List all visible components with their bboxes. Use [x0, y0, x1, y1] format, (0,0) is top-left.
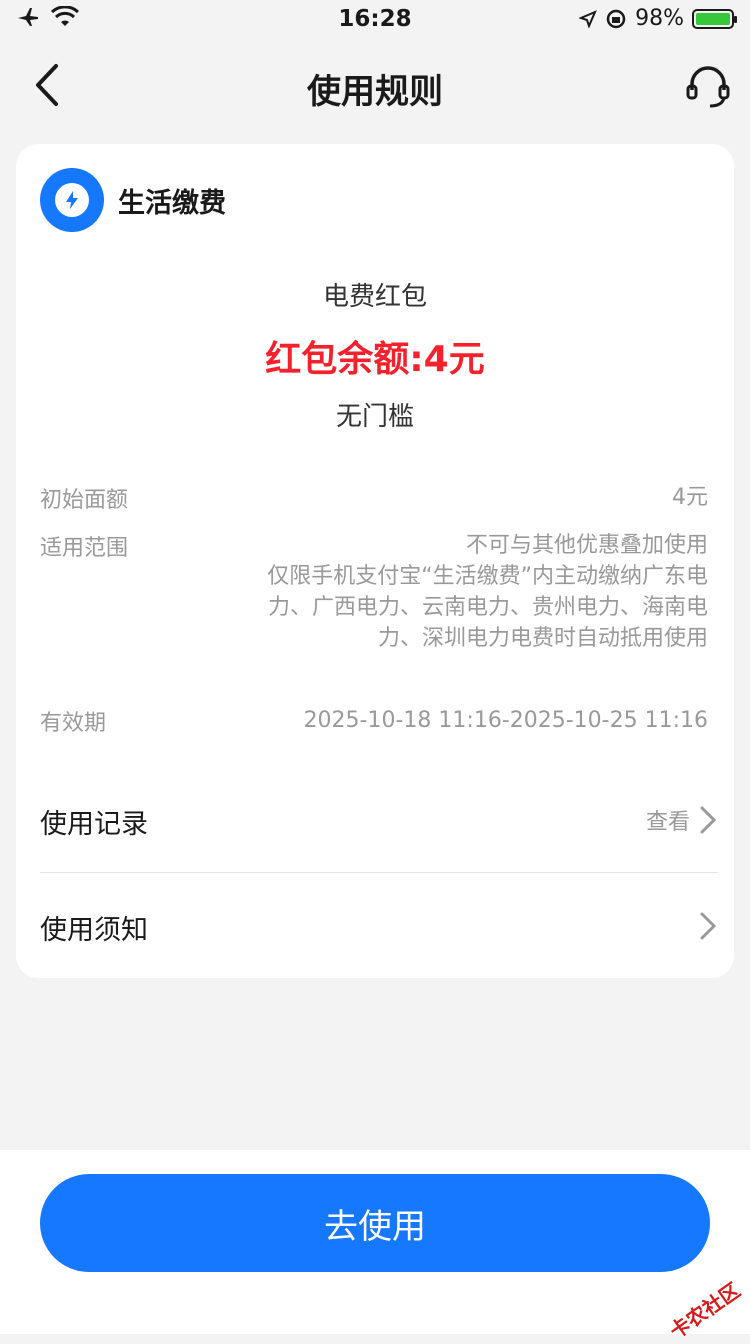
coupon-balance: 红包余额:4元 [265, 339, 485, 380]
battery-percent: 98% [635, 6, 684, 31]
nav-bar: 使用规则 [0, 50, 750, 120]
usage-records-label: 使用记录 [40, 809, 148, 840]
use-now-button[interactable]: 去使用 [40, 1174, 710, 1272]
usage-notice-label: 使用须知 [40, 915, 148, 946]
usage-notice-row[interactable]: 使用须知 [40, 900, 718, 960]
coupon-name: 电费红包 [322, 282, 427, 312]
merchant-logo [40, 168, 104, 232]
battery-icon [692, 8, 737, 29]
coupon-threshold: 无门槛 [335, 402, 414, 432]
detail-label: 初始面额 [40, 488, 129, 513]
rotation-lock-icon [606, 9, 626, 28]
divider [40, 872, 718, 873]
scope-line: 仅限手机支付宝“生活缴费”内主动缴纳广东电力、广西电力、云南电力、贵州电力、海南… [267, 564, 708, 651]
detail-value: 2025-10-18 11:16-2025-10-25 11:16 [303, 708, 708, 733]
page-title: 使用规则 [307, 72, 443, 112]
customer-service-headset-icon[interactable] [684, 62, 732, 110]
scope-line: 不可与其他优惠叠加使用 [465, 533, 708, 558]
detail-label: 有效期 [40, 711, 107, 736]
usage-records-row[interactable]: 使用记录 查看 [40, 794, 718, 854]
chevron-right-icon [700, 912, 717, 940]
status-bar: 16:28 98% [0, 0, 750, 40]
bottom-bar: 去使用 卡农社区 [0, 1150, 750, 1344]
detail-value: 不可与其他优惠叠加使用仅限手机支付宝“生活缴费”内主动缴纳广东电力、广西电力、云… [248, 530, 708, 654]
merchant-header: 生活缴费 [40, 168, 226, 232]
detail-label: 适用范围 [40, 536, 129, 561]
merchant-name: 生活缴费 [118, 187, 226, 219]
view-link[interactable]: 查看 [646, 804, 690, 836]
location-arrow-icon [579, 9, 597, 28]
lightning-icon [66, 191, 78, 209]
chevron-right-icon [700, 806, 717, 834]
coupon-card: 生活缴费 电费红包 红包余额:4元 无门槛 初始面额 4元 适用范围 不可与其他… [16, 144, 734, 978]
detail-value: 4元 [672, 485, 708, 510]
